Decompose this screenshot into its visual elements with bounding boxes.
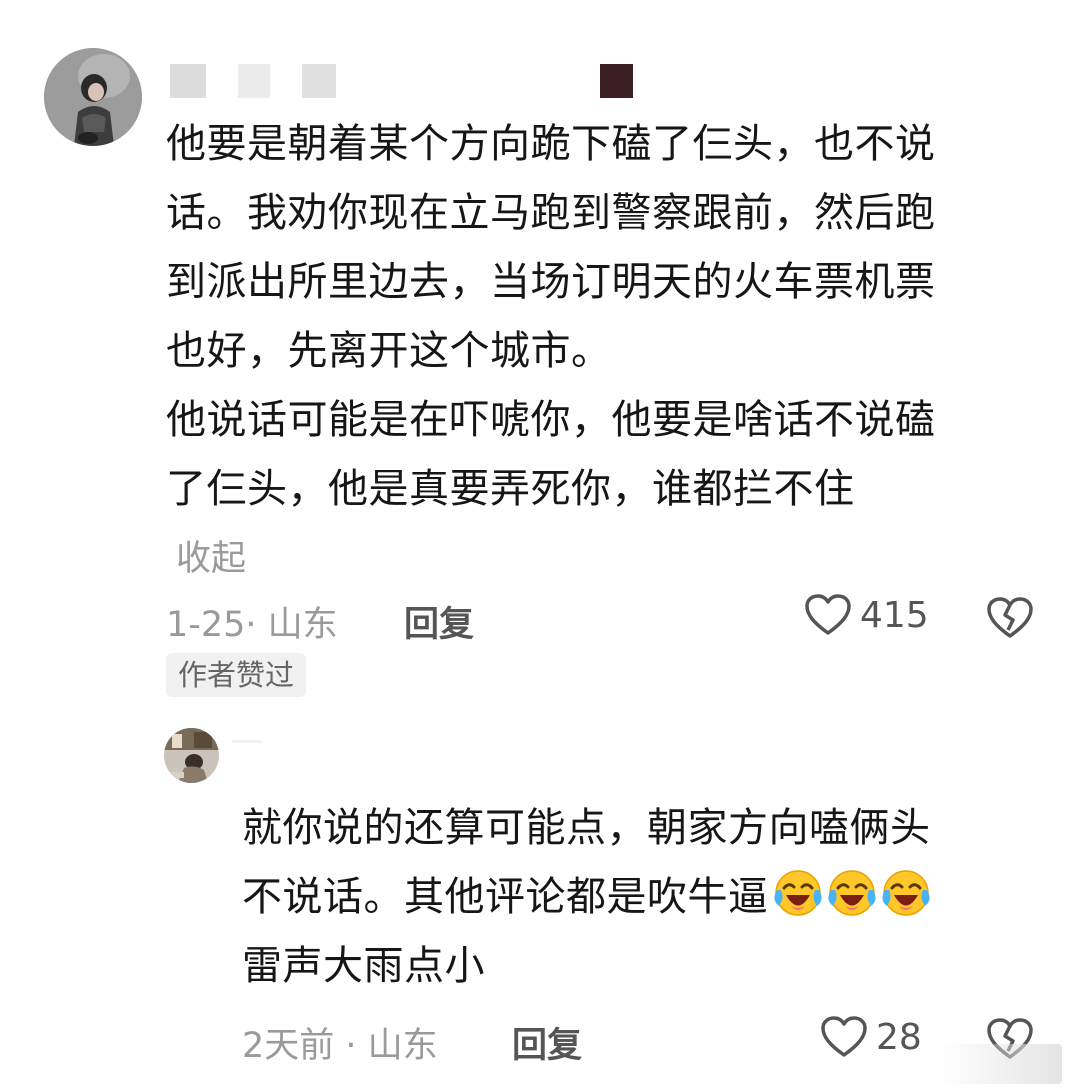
laughing-crying-emoji xyxy=(881,868,931,918)
comment-text-line: 话。我劝你现在立马跑到警察跟前，然后跑 xyxy=(166,190,936,236)
broken-heart-icon[interactable] xyxy=(986,596,1034,640)
reply-like-button[interactable]: 28 xyxy=(820,1015,922,1059)
heart-outline-icon xyxy=(804,593,852,637)
like-button[interactable]: 415 xyxy=(804,593,929,637)
reply-button[interactable]: 回复 xyxy=(404,596,474,647)
comment-text-line: 他说话可能是在吓唬你，他要是啥话不说磕 xyxy=(166,397,936,443)
watermark-overlay xyxy=(942,1044,1062,1084)
comment-text-line: 了仨头，他是真要弄死你，谁都拦不住 xyxy=(166,466,855,512)
comment-text-line: 到派出所里边去，当场订明天的火车票机票 xyxy=(166,259,936,305)
reply-reply-button[interactable]: 回复 xyxy=(512,1017,582,1068)
comment-text: 他要是朝着某个方向跪下磕了仨头，也不说 话。我劝你现在立马跑到警察跟前，然后跑 … xyxy=(166,110,936,524)
heart-outline-icon xyxy=(820,1015,868,1059)
reply-text-line: 雷声大雨点小 xyxy=(242,943,485,989)
like-count: 415 xyxy=(860,594,929,636)
replier-avatar[interactable] xyxy=(164,728,219,783)
commenter-avatar[interactable] xyxy=(44,48,142,146)
laughing-crying-emoji xyxy=(827,868,877,918)
reply-text-line: 就你说的还算可能点，朝家方向嗑俩头 xyxy=(242,805,931,851)
reply-text: 就你说的还算可能点，朝家方向嗑俩头 不说话。其他评论都是吹牛逼 雷声大雨点小 xyxy=(242,794,931,1001)
comment-text-line: 他要是朝着某个方向跪下磕了仨头，也不说 xyxy=(166,121,936,167)
laughing-crying-emoji xyxy=(773,868,823,918)
replier-name-redacted[interactable] xyxy=(232,740,262,743)
reply-like-count: 28 xyxy=(876,1016,922,1058)
reply-date-location: 2天前 · 山东 xyxy=(242,1026,438,1066)
author-liked-badge: 作者赞过 xyxy=(166,653,307,697)
collapse-button[interactable]: 收起 xyxy=(176,530,246,581)
comment-date-location: 1-25· 山东 xyxy=(166,605,338,645)
reply-text-line: 不说话。其他评论都是吹牛逼 xyxy=(242,863,931,932)
comment-text-line: 也好，先离开这个城市。 xyxy=(166,328,612,374)
